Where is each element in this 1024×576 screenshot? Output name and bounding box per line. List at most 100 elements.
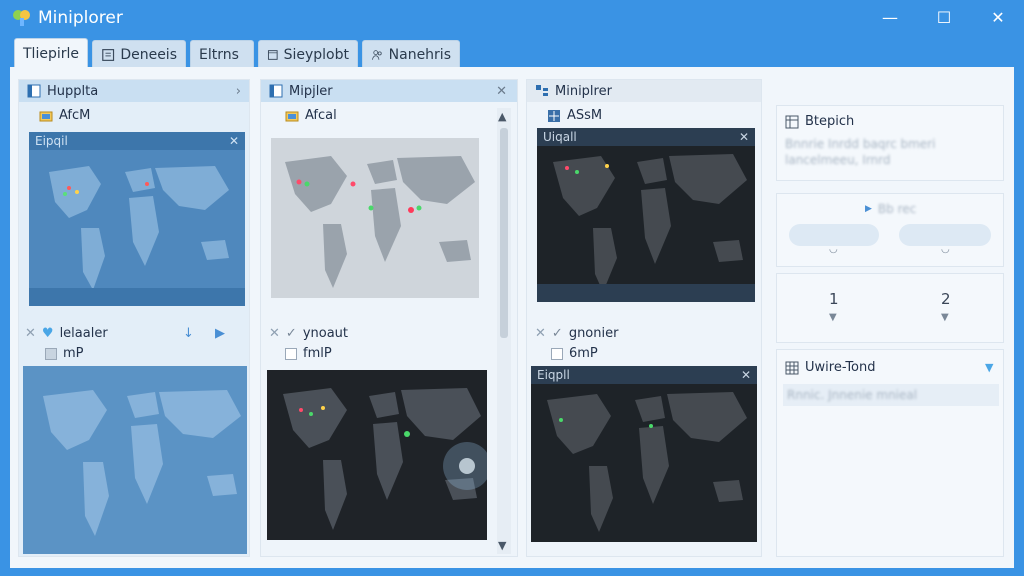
- map-graphic: [43, 390, 241, 536]
- card-title: Btepich: [805, 114, 855, 129]
- subitem-label: Afcal: [305, 108, 337, 123]
- toggle-pill-right[interactable]: [899, 224, 991, 246]
- app-logo-icon: [13, 10, 30, 26]
- panel-miniplrer: Miniplrer ASsM Uiqall ✕ ✕ ✓ gnonier 6mP …: [526, 79, 762, 557]
- tab-label: Nanehris: [388, 46, 451, 63]
- row-label: 6mP: [569, 346, 598, 361]
- scroll-thumb[interactable]: [500, 128, 508, 338]
- maximize-button[interactable]: ☐: [934, 8, 954, 28]
- row-checkbox[interactable]: [285, 347, 297, 360]
- tab-label: Tliepirle: [23, 45, 79, 62]
- compass-icon: [548, 109, 560, 122]
- row-label: lelaaler: [59, 326, 108, 341]
- number-1[interactable]: 1: [829, 290, 839, 308]
- tab-label: Deneeis: [120, 46, 177, 63]
- close-button[interactable]: ✕: [988, 8, 1008, 28]
- row-6mp[interactable]: 6mP: [551, 346, 598, 361]
- window-icon: [267, 49, 278, 60]
- close-x-icon[interactable]: ✕: [25, 326, 36, 341]
- scroll-down-icon[interactable]: ▼: [498, 539, 506, 552]
- row-ynoaut[interactable]: ✕ ✓ ynoaut: [269, 326, 348, 341]
- panel-subitem[interactable]: Afcal: [285, 108, 337, 123]
- tab-label: Sieyplobt: [283, 46, 349, 63]
- window-icon: [269, 84, 283, 98]
- panel-subitem[interactable]: ASsM: [547, 108, 602, 123]
- tab-deneeis[interactable]: Deneeis: [92, 40, 186, 68]
- toggle-pill-left[interactable]: [789, 224, 879, 246]
- panel-header[interactable]: Miniplrer: [527, 80, 761, 102]
- card-text: Rnnic. Jnnenie mnieal: [787, 388, 918, 402]
- panel-header[interactable]: Hupplta ›: [19, 80, 249, 102]
- subitem-label: AfcM: [59, 108, 91, 123]
- chevron-down-icon[interactable]: ▼: [941, 312, 949, 323]
- close-icon[interactable]: ✕: [496, 84, 507, 99]
- tab-tliepirle[interactable]: Tliepirle: [14, 38, 88, 68]
- card-uwire-tond: Uwire-Tond ▼ Rnnic. Jnnenie mnieal: [776, 349, 1004, 557]
- grid-icon: [785, 115, 799, 128]
- main-content: Hupplta › AfcM Eipqil ✕ ✕ ♥ lelaaler ↓ ▶…: [10, 67, 1014, 568]
- map-graphic: [553, 154, 747, 292]
- window-icon: [27, 84, 41, 98]
- world-map-dark-bottom[interactable]: Eiqpll ✕: [531, 366, 757, 542]
- chevron-down-icon[interactable]: ▼: [985, 361, 993, 374]
- row-checkbox[interactable]: [551, 347, 563, 360]
- folder-icon: [285, 111, 299, 121]
- folder-icon: [39, 111, 53, 121]
- people-icon: [372, 49, 382, 60]
- row-checkbox[interactable]: [45, 347, 57, 360]
- panel-title: Hupplta: [47, 83, 99, 99]
- card-title: Uwire-Tond: [805, 360, 876, 375]
- chevron-down-icon[interactable]: ▼: [829, 312, 837, 323]
- panel-hupplta: Hupplta › AfcM Eipqil ✕ ✕ ♥ lelaaler ↓ ▶…: [18, 79, 250, 557]
- row-fmlp[interactable]: fmlP: [285, 346, 332, 361]
- card-row[interactable]: Rnnic. Jnnenie mnieal: [783, 384, 999, 406]
- world-map-dark-top[interactable]: Uiqall ✕: [537, 128, 755, 302]
- row-label: mP: [63, 346, 84, 361]
- tab-nanehris[interactable]: Nanehris: [362, 40, 460, 68]
- heart-icon: ♥: [41, 326, 54, 341]
- chevron-down-icon[interactable]: ◡: [941, 244, 950, 255]
- card-numbers: 1 2 ▼ ▼: [776, 273, 1004, 343]
- card-header: Btepich: [785, 114, 854, 129]
- app-window: Miniplorer — ☐ ✕ Tliepirle Deneeis Eltrn…: [0, 0, 1024, 576]
- row-label: gnonier: [568, 326, 619, 341]
- panel-title: Mipjler: [289, 83, 333, 99]
- panel-subitem[interactable]: AfcM: [39, 108, 90, 123]
- scroll-up-icon[interactable]: ▲: [498, 110, 506, 123]
- chevron-down-icon[interactable]: ◡: [829, 244, 838, 255]
- world-map-blue[interactable]: Eipqil ✕: [29, 132, 245, 306]
- tab-sieyplobt[interactable]: Sieyplobt: [258, 40, 358, 68]
- world-map-dark[interactable]: [267, 370, 487, 540]
- card-header: ▶ Bb rec: [865, 202, 916, 216]
- card-text: Bnnrie Inrdd baqrc bmeri lancelmeeu, Irn…: [785, 137, 936, 167]
- row-gnonier[interactable]: ✕ ✓ gnonier: [535, 326, 618, 341]
- chevron-right-icon[interactable]: ›: [236, 84, 241, 99]
- map-graphic: [49, 166, 229, 290]
- map-graphic: [283, 388, 487, 530]
- row-label: fmlP: [303, 346, 332, 361]
- document-icon: [102, 48, 115, 61]
- panel-title: Miniplrer: [555, 83, 612, 99]
- panel-mipjler: Mipjler ✕ Afcal ▲ ▼ ✕ ✓ ynoaut fmlP: [260, 79, 518, 557]
- row-mp[interactable]: mP: [45, 346, 84, 361]
- close-x-icon[interactable]: ✕: [535, 326, 546, 341]
- row-lelaaler[interactable]: ✕ ♥ lelaaler ↓ ▶: [25, 326, 225, 341]
- panel-header[interactable]: Mipjler ✕: [261, 80, 517, 102]
- tab-eltrns[interactable]: Eltrns: [190, 40, 254, 68]
- card-title: Bb rec: [877, 202, 917, 216]
- close-x-icon[interactable]: ✕: [269, 326, 280, 341]
- play-icon[interactable]: ▶: [215, 326, 225, 341]
- tab-bar: Tliepirle Deneeis Eltrns Sieyplobt Naneh…: [10, 38, 1014, 68]
- card-header[interactable]: Uwire-Tond ▼: [785, 360, 993, 375]
- world-map-grey[interactable]: [271, 138, 479, 298]
- download-icon[interactable]: ↓: [183, 326, 194, 341]
- play-icon[interactable]: ▶: [865, 204, 872, 214]
- world-map-blue-large[interactable]: [23, 366, 247, 554]
- card-btepich: Btepich Bnnrie Inrdd baqrc bmeri lancelm…: [776, 105, 1004, 181]
- tab-label: Eltrns: [199, 46, 239, 63]
- minimize-button[interactable]: —: [880, 8, 900, 28]
- vertical-scrollbar[interactable]: ▲ ▼: [497, 108, 511, 554]
- map-graphic: [285, 156, 475, 288]
- title-bar: Miniplorer — ☐ ✕: [0, 0, 1024, 36]
- number-2[interactable]: 2: [941, 290, 951, 308]
